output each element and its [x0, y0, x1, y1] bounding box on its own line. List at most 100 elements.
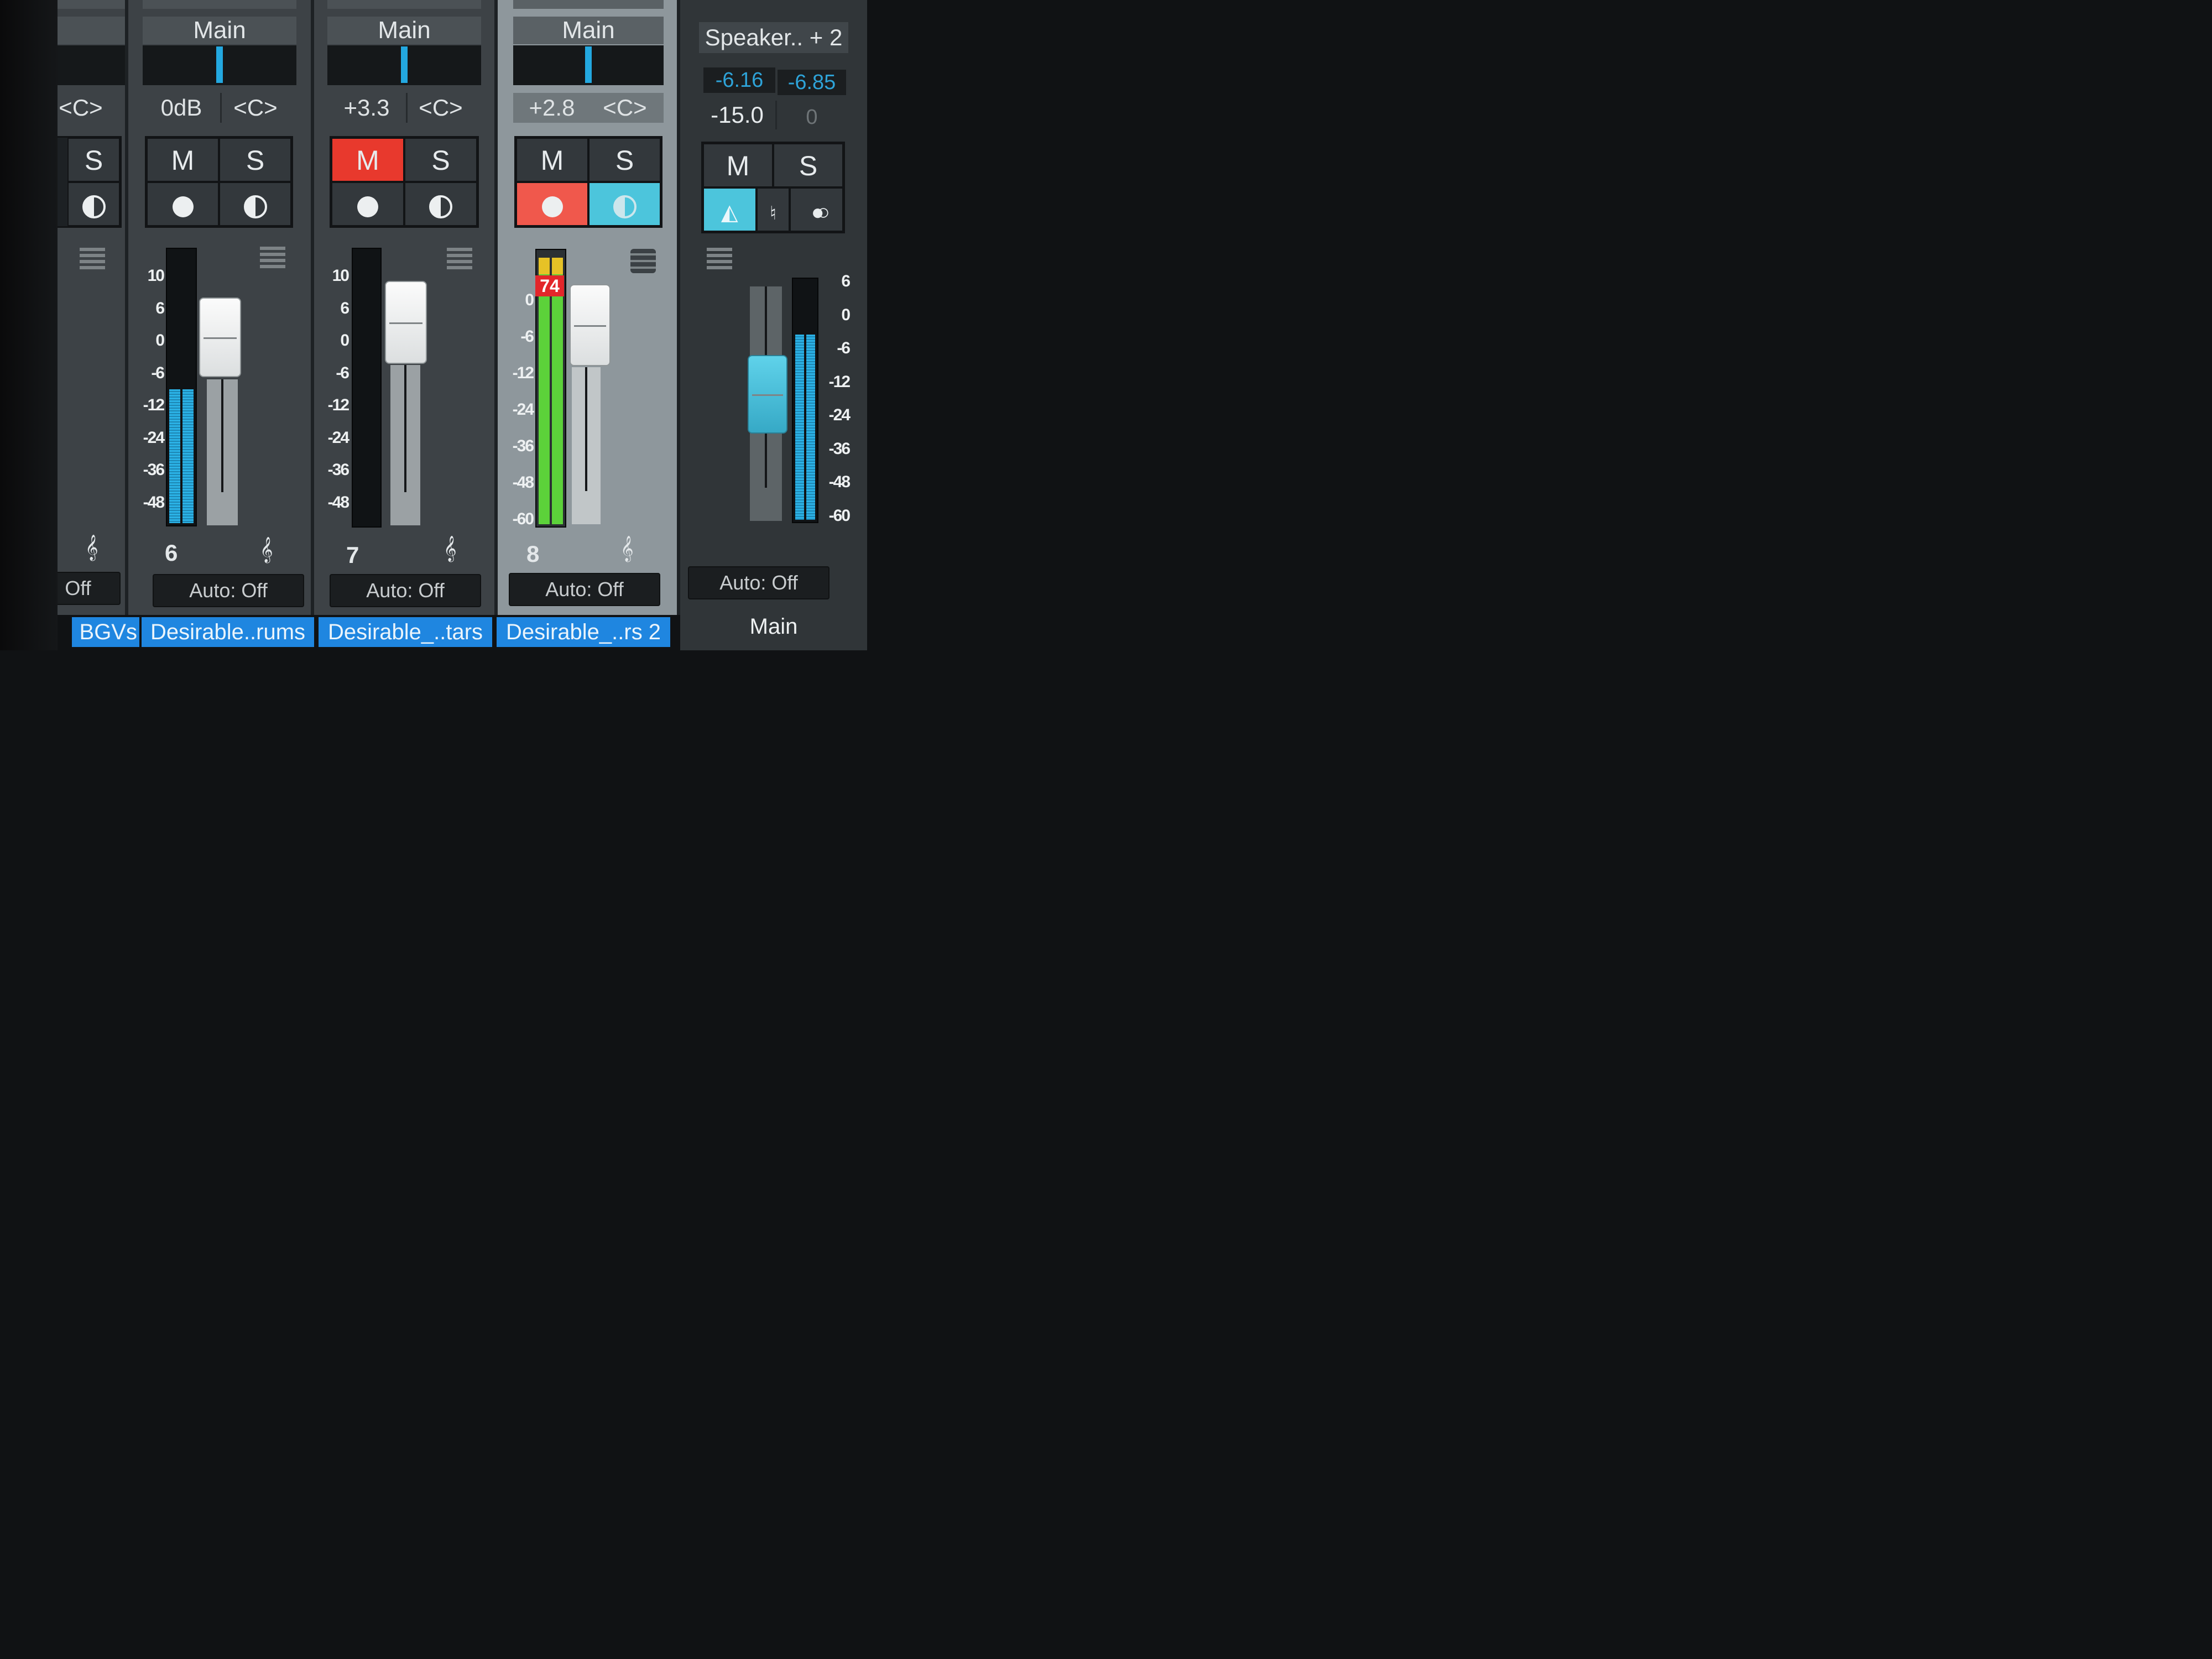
level-meter-7	[352, 248, 382, 528]
channel-number-7: 7	[346, 542, 359, 568]
waveform-icon-6[interactable]: 𝄞	[260, 538, 273, 562]
scale-label: -48	[143, 493, 165, 512]
track-name-6[interactable]: Desirable..rums	[142, 617, 314, 647]
scale-label: -48	[512, 473, 534, 492]
fader-handle-6[interactable]	[199, 298, 241, 377]
output-route-8[interactable]: Main	[513, 17, 664, 44]
menu-icon-master[interactable]	[707, 248, 732, 272]
screen-bezel	[0, 0, 58, 650]
automation-8[interactable]: Auto: Off	[509, 573, 660, 606]
volume-value-6[interactable]: 0dB	[143, 93, 222, 123]
scale-label: -24	[512, 400, 534, 419]
fader-track-8	[572, 367, 601, 524]
automation-7[interactable]: Auto: Off	[330, 574, 481, 607]
automation-master[interactable]: Auto: Off	[688, 566, 830, 599]
volume-value-8[interactable]: +2.8	[513, 93, 592, 123]
scale-label: -60	[512, 510, 534, 528]
volume-value-7[interactable]: +3.3	[327, 93, 408, 123]
track-name-7[interactable]: Desirable_..tars	[319, 617, 492, 647]
fader-handle-master[interactable]	[748, 355, 787, 434]
monitor-button-8[interactable]	[588, 182, 661, 226]
mute-button-8[interactable]: M	[516, 138, 588, 182]
mute-button-master[interactable]: M	[703, 143, 773, 187]
microphone-icon: ♮	[769, 203, 777, 224]
record-button-7[interactable]	[331, 182, 404, 226]
automation-6[interactable]: Auto: Off	[153, 574, 304, 607]
automation-5[interactable]: Off	[58, 572, 121, 605]
scale-label: -6	[151, 363, 165, 382]
channel-number-8: 8	[526, 541, 540, 567]
monitor-icon	[613, 195, 637, 218]
solo-button-8[interactable]: S	[588, 138, 661, 182]
output-route-master[interactable]: Speaker.. + 2	[699, 22, 848, 53]
menu-icon-7[interactable]	[447, 248, 472, 272]
pan-value-8[interactable]: <C>	[586, 93, 664, 123]
monitor-button-6[interactable]	[219, 182, 291, 226]
peak-right: -6.85	[778, 70, 846, 95]
pan-slider-8[interactable]	[513, 45, 664, 85]
mute-button-6[interactable]: M	[147, 138, 219, 182]
pan-slider-7[interactable]	[327, 45, 481, 85]
meter-scale-7: 10 6 0 -6 -12 -24 -36 -48	[322, 267, 349, 512]
speaker-icon: ◭	[721, 200, 738, 225]
pan-value-7[interactable]: <C>	[401, 93, 480, 123]
fader-handle-8[interactable]	[570, 284, 611, 366]
menu-icon-5[interactable]	[80, 248, 105, 272]
meter-fill-left-master	[795, 334, 805, 520]
output-route-5[interactable]	[58, 17, 125, 44]
monitor-icon	[82, 195, 106, 218]
meter-fill-right-6	[182, 389, 194, 523]
scale-label: -36	[143, 461, 165, 479]
monitor-button-7[interactable]	[404, 182, 477, 226]
solo-button-5[interactable]: S	[67, 138, 120, 182]
mute-button-7[interactable]: M	[331, 138, 404, 182]
button-grid-8: M S	[514, 136, 662, 228]
pan-slider-5[interactable]	[58, 45, 125, 85]
record-icon	[172, 196, 194, 217]
menu-icon-8[interactable]	[630, 249, 656, 273]
fader-handle-7[interactable]	[385, 281, 427, 364]
scale-label: 6	[155, 299, 165, 317]
pan-value-6[interactable]: <C>	[217, 93, 294, 123]
fader-track-6	[207, 379, 238, 525]
track-name-5[interactable]: BGVs	[72, 617, 139, 647]
output-route-7[interactable]: Main	[327, 17, 481, 44]
button-grid-master: M S ◭ ♮ ●○	[701, 142, 845, 233]
mono-button-master[interactable]: ●○	[790, 187, 843, 232]
level-meter-6	[166, 248, 197, 526]
record-button-6[interactable]	[147, 182, 219, 226]
pan-value-5[interactable]: <C>	[58, 93, 108, 123]
scale-label: -48	[327, 493, 349, 512]
solo-button-master[interactable]: S	[773, 143, 843, 187]
monitor-button-5[interactable]	[67, 182, 120, 226]
output-route-6[interactable]: Main	[143, 17, 296, 44]
solo-button-6[interactable]: S	[219, 138, 291, 182]
scale-label: 0	[340, 331, 349, 350]
pan-slider-6[interactable]	[143, 45, 296, 85]
waveform-icon-5[interactable]: 𝄞	[85, 535, 98, 560]
channel-strip-6: Main 0dB <C> M S 10 6 0 -6 -12 -24 -36 -48 6 𝄞 …	[128, 0, 314, 615]
waveform-icon-8[interactable]: 𝄞	[620, 536, 634, 561]
scale-label: 10	[332, 267, 349, 285]
solo-button-7[interactable]: S	[404, 138, 477, 182]
master-volume[interactable]: -15.0	[699, 101, 777, 129]
dim-button-master[interactable]: ◭	[703, 187, 757, 232]
meter-scale-6: 10 6 0 -6 -12 -24 -36 -48	[139, 267, 165, 512]
record-button-8[interactable]	[516, 182, 588, 226]
menu-icon-6[interactable]	[260, 247, 285, 271]
meter-fill-left-6	[169, 389, 180, 523]
scale-label: -24	[828, 406, 851, 425]
master-name[interactable]: Main	[680, 612, 867, 641]
track-name-8[interactable]: Desirable_..rs 2	[497, 617, 670, 647]
scale-label: 0	[841, 305, 851, 324]
scale-label: -12	[828, 372, 851, 391]
clip-indicator-8[interactable]: 74	[535, 275, 564, 296]
waveform-icon-7[interactable]: 𝄞	[444, 536, 457, 561]
meter-fill-left-8	[539, 258, 550, 524]
phones-button-master[interactable]: ♮	[756, 187, 790, 232]
scale-label: -24	[327, 428, 349, 447]
monitor-icon	[429, 195, 452, 218]
channel-number-6: 6	[165, 540, 178, 566]
master-pan[interactable]: 0	[778, 103, 846, 132]
button-grid-7: M S	[330, 136, 479, 228]
